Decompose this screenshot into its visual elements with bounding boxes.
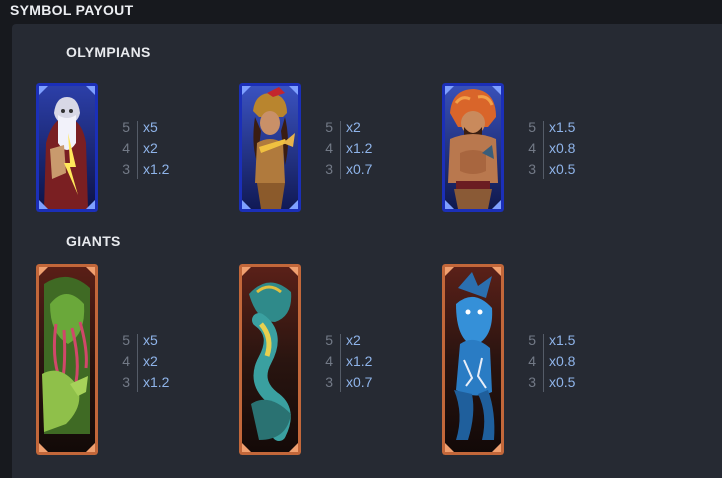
count-label: 5 (325, 119, 333, 135)
multiplier-value: x1.2 (143, 374, 170, 390)
multiplier-value: x2 (346, 119, 361, 135)
payout-table-tentacle-monster: 5 x5 4 x2 3 x1.2 (120, 332, 200, 396)
section-title-giants: GIANTS (66, 233, 121, 249)
count-label: 5 (528, 119, 536, 135)
count-label: 5 (528, 332, 536, 348)
count-label: 3 (325, 374, 333, 390)
count-label: 5 (122, 332, 130, 348)
payout-table-zeus: 5 x5 4 x2 3 x1.2 (120, 119, 200, 183)
multiplier-value: x0.7 (346, 161, 373, 177)
payout-table-hercules: 5 x1.5 4 x0.8 3 x0.5 (526, 119, 606, 183)
multiplier-value: x1.5 (549, 332, 576, 348)
multiplier-value: x2 (143, 140, 158, 156)
multiplier-value: x0.8 (549, 353, 576, 369)
page-title: SYMBOL PAYOUT (10, 2, 134, 18)
divider (137, 121, 138, 179)
count-label: 5 (325, 332, 333, 348)
divider (340, 121, 341, 179)
divider (543, 121, 544, 179)
count-label: 4 (528, 353, 536, 369)
multiplier-value: x0.8 (549, 140, 576, 156)
symbol-card-serpent (239, 264, 301, 455)
blue-giant-card-icon (442, 264, 504, 455)
multiplier-value: x1.5 (549, 119, 576, 135)
count-label: 4 (325, 140, 333, 156)
symbol-card-tentacle-monster (36, 264, 98, 455)
multiplier-value: x0.5 (549, 161, 576, 177)
count-label: 4 (122, 353, 130, 369)
count-label: 3 (528, 374, 536, 390)
divider (137, 334, 138, 392)
zeus-card-icon (36, 83, 98, 212)
section-title-olympians: OLYMPIANS (66, 44, 151, 60)
payout-table-athena: 5 x2 4 x1.2 3 x0.7 (323, 119, 403, 183)
symbol-card-athena (239, 83, 301, 212)
symbol-card-blue-giant (442, 264, 504, 455)
multiplier-value: x5 (143, 332, 158, 348)
count-label: 5 (122, 119, 130, 135)
symbol-card-zeus (36, 83, 98, 212)
payout-panel (12, 24, 722, 478)
athena-card-icon (239, 83, 301, 212)
divider (340, 334, 341, 392)
multiplier-value: x0.7 (346, 374, 373, 390)
symbol-card-hercules (442, 83, 504, 212)
payout-table-serpent: 5 x2 4 x1.2 3 x0.7 (323, 332, 403, 396)
count-label: 3 (325, 161, 333, 177)
count-label: 3 (528, 161, 536, 177)
multiplier-value: x5 (143, 119, 158, 135)
hercules-card-icon (442, 83, 504, 212)
multiplier-value: x2 (346, 332, 361, 348)
count-label: 4 (325, 353, 333, 369)
multiplier-value: x1.2 (346, 353, 373, 369)
serpent-card-icon (239, 264, 301, 455)
multiplier-value: x2 (143, 353, 158, 369)
count-label: 4 (122, 140, 130, 156)
count-label: 4 (528, 140, 536, 156)
count-label: 3 (122, 374, 130, 390)
payout-table-blue-giant: 5 x1.5 4 x0.8 3 x0.5 (526, 332, 606, 396)
tentacle-monster-card-icon (36, 264, 98, 455)
multiplier-value: x1.2 (143, 161, 170, 177)
multiplier-value: x0.5 (549, 374, 576, 390)
divider (543, 334, 544, 392)
multiplier-value: x1.2 (346, 140, 373, 156)
count-label: 3 (122, 161, 130, 177)
